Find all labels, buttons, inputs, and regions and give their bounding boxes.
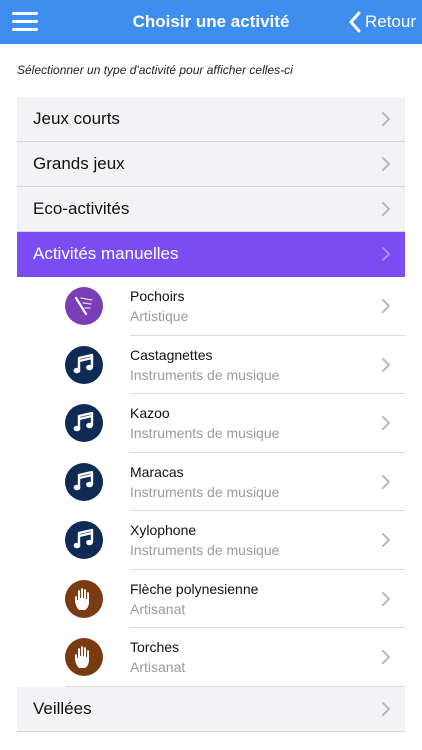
- activity-name: Xylophone: [130, 522, 197, 538]
- activity-category: Artistique: [130, 308, 189, 324]
- activity-item-torches[interactable]: Torches Artisanat: [17, 628, 405, 687]
- navigation-bar: Choisir une activité Retour: [0, 0, 422, 44]
- chevron-right-icon: [382, 299, 390, 314]
- activity-item-maracas[interactable]: Maracas Instruments de musique: [17, 452, 405, 511]
- activity-category: Instruments de musique: [130, 366, 280, 383]
- category-label: Activités manuelles: [33, 244, 179, 263]
- music-note-icon: [65, 404, 103, 442]
- activity-sublist: Pochoirs Artistique Castagnettes Instrum…: [17, 277, 405, 687]
- chevron-right-icon: [382, 650, 390, 665]
- chevron-right-icon: [382, 357, 390, 372]
- chevron-left-icon: [349, 11, 361, 33]
- activity-name: Torches: [130, 639, 180, 655]
- activity-item-pochoirs[interactable]: Pochoirs Artistique: [17, 277, 405, 336]
- chevron-right-icon: [382, 157, 390, 171]
- category-label: Eco-activités: [33, 199, 130, 218]
- activity-category: Instruments de musique: [130, 425, 280, 441]
- music-note-icon: [65, 462, 103, 501]
- category-eco-activites[interactable]: Eco-activités: [17, 187, 405, 232]
- music-note-icon: [65, 345, 103, 384]
- activity-category: Artisanat: [130, 600, 186, 617]
- back-button-label: Retour: [364, 12, 416, 31]
- activity-name: Kazoo: [130, 405, 170, 421]
- chevron-right-icon: [382, 533, 390, 548]
- activity-name: Flèche polynesienne: [130, 580, 259, 597]
- chevron-right-icon: [382, 591, 390, 606]
- activity-category: Instruments de musique: [130, 483, 280, 500]
- chevron-right-icon: [382, 701, 390, 716]
- chevron-right-icon: [382, 474, 390, 489]
- instruction-text: Sélectionner un type d'activité pour aff…: [17, 63, 293, 77]
- activity-name: Maracas: [130, 463, 184, 480]
- activity-item-xylophone[interactable]: Xylophone Instruments de musique: [17, 511, 405, 570]
- activity-type-list: Jeux courts Grands jeux Eco-activités Ac…: [17, 97, 405, 732]
- activity-name: Castagnettes: [130, 346, 213, 363]
- hand-icon: [65, 579, 103, 618]
- category-veillees[interactable]: Veillées: [17, 686, 405, 732]
- activity-item-castagnettes[interactable]: Castagnettes Instruments de musique: [17, 335, 405, 394]
- category-label: Grands jeux: [33, 154, 125, 173]
- category-label: Jeux courts: [33, 109, 120, 128]
- category-label: Veillées: [33, 698, 92, 718]
- activity-item-kazoo[interactable]: Kazoo Instruments de musique: [17, 394, 405, 453]
- activity-category: Instruments de musique: [130, 542, 280, 558]
- category-activites-manuelles[interactable]: Activités manuelles: [17, 232, 405, 277]
- activity-item-fleche-polynesienne[interactable]: Flèche polynesienne Artisanat: [17, 569, 405, 628]
- activity-name: Pochoirs: [130, 288, 185, 304]
- chevron-right-icon: [382, 416, 390, 431]
- activity-category: Artisanat: [130, 659, 186, 675]
- category-jeux-courts[interactable]: Jeux courts: [17, 97, 405, 142]
- hand-icon: [65, 638, 103, 676]
- music-note-icon: [65, 521, 103, 559]
- back-button[interactable]: Retour: [349, 0, 416, 44]
- brush-icon: [65, 287, 103, 325]
- chevron-right-icon: [382, 202, 390, 216]
- category-grands-jeux[interactable]: Grands jeux: [17, 142, 405, 187]
- chevron-right-icon: [382, 247, 390, 261]
- chevron-right-icon: [382, 112, 390, 126]
